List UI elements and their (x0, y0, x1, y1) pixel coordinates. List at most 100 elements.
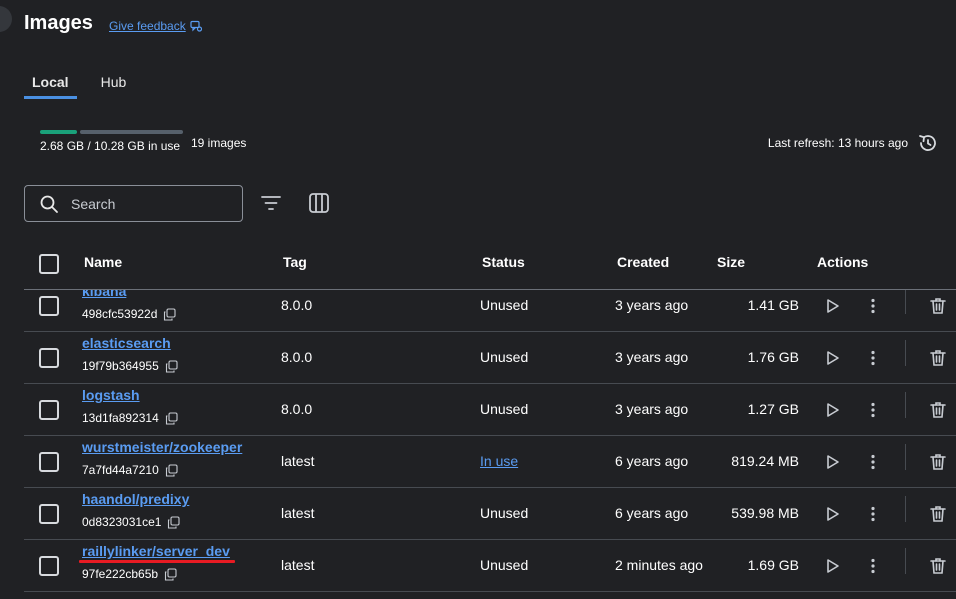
row-checkbox[interactable] (39, 504, 59, 524)
image-id: 0d8323031ce1 (82, 515, 180, 529)
image-id-text: 97fe222cb65b (82, 567, 159, 581)
image-name-link[interactable]: logstash (82, 387, 140, 403)
actions-divider (905, 496, 906, 522)
image-id: 498cfc53922d (82, 307, 176, 321)
images-table-rows: kibana 498cfc53922d 8.0.0 Unused 3 years… (24, 290, 956, 592)
disk-usage-used (40, 130, 78, 134)
trash-icon[interactable] (928, 296, 948, 316)
image-tag: 8.0.0 (281, 401, 313, 417)
image-size: 1.69 GB (747, 557, 799, 573)
actions-divider (905, 290, 906, 314)
tab-hub[interactable]: Hub (93, 70, 135, 99)
annotation-underline (79, 560, 235, 563)
feedback-icon (190, 20, 202, 32)
copy-icon[interactable] (165, 359, 178, 373)
image-id: 19f79b364955 (82, 359, 178, 373)
table-row: elasticsearch 19f79b364955 8.0.0 Unused … (24, 332, 956, 384)
row-checkbox[interactable] (39, 296, 59, 316)
image-id: 13d1fa892314 (82, 411, 178, 425)
filter-icon[interactable] (259, 191, 283, 215)
trash-icon[interactable] (928, 556, 948, 576)
search-field[interactable] (24, 185, 243, 222)
view-tabs: Local Hub (24, 70, 150, 99)
more-vertical-icon[interactable] (863, 348, 883, 368)
page-title: Images (24, 12, 93, 34)
search-input[interactable] (71, 195, 221, 212)
copy-icon[interactable] (167, 515, 180, 529)
copy-icon[interactable] (163, 307, 176, 321)
trash-icon[interactable] (928, 348, 948, 368)
image-id-text: 498cfc53922d (82, 307, 158, 321)
more-vertical-icon[interactable] (863, 452, 883, 472)
row-checkbox[interactable] (39, 556, 59, 576)
image-name-link[interactable]: raillylinker/server_dev (82, 543, 230, 559)
copy-icon[interactable] (165, 463, 178, 477)
table-row: haandol/predixy 0d8323031ce1 latest Unus… (24, 488, 956, 540)
image-created: 2 minutes ago (615, 557, 703, 573)
image-name-link[interactable]: haandol/predixy (82, 491, 189, 507)
image-size: 819.24 MB (731, 453, 799, 469)
image-id: 97fe222cb65b (82, 567, 177, 581)
play-icon[interactable] (822, 504, 842, 524)
column-header-status[interactable]: Status (482, 254, 525, 270)
image-status: Unused (480, 401, 529, 417)
row-checkbox[interactable] (39, 400, 59, 420)
image-name-link[interactable]: wurstmeister/zookeeper (82, 439, 242, 455)
table-row: wurstmeister/zookeeper 7a7fd44a7210 late… (24, 436, 956, 488)
table-row: raillylinker/server_dev 97fe222cb65b lat… (24, 540, 956, 592)
image-id-text: 7a7fd44a7210 (82, 463, 159, 477)
search-icon (40, 195, 58, 213)
play-icon[interactable] (822, 348, 842, 368)
trash-icon[interactable] (928, 504, 948, 524)
play-icon[interactable] (822, 296, 842, 316)
more-vertical-icon[interactable] (863, 504, 883, 524)
image-status: Unused (480, 505, 529, 521)
trash-icon[interactable] (928, 452, 948, 472)
give-feedback-label: Give feedback (109, 19, 186, 33)
image-name-link[interactable]: kibana (82, 290, 126, 299)
more-vertical-icon[interactable] (863, 400, 883, 420)
image-tag: latest (281, 557, 315, 573)
column-header-size[interactable]: Size (717, 254, 745, 270)
image-size: 1.76 GB (747, 349, 799, 365)
row-checkbox[interactable] (39, 452, 59, 472)
image-status: Unused (480, 557, 529, 573)
column-header-created[interactable]: Created (617, 254, 669, 270)
row-checkbox[interactable] (39, 348, 59, 368)
images-table: kibana 498cfc53922d 8.0.0 Unused 3 years… (24, 290, 956, 599)
image-id-text: 0d8323031ce1 (82, 515, 162, 529)
image-status[interactable]: In use (480, 453, 518, 469)
play-icon[interactable] (822, 452, 842, 472)
columns-icon[interactable] (307, 191, 331, 215)
image-created: 3 years ago (615, 297, 689, 313)
image-id-text: 19f79b364955 (82, 359, 159, 373)
image-tag: latest (281, 505, 315, 521)
select-all-checkbox[interactable] (39, 254, 59, 274)
column-header-name[interactable]: Name (84, 254, 122, 270)
image-tag: latest (281, 453, 315, 469)
image-created: 6 years ago (615, 453, 689, 469)
give-feedback-link[interactable]: Give feedback (109, 19, 202, 33)
copy-icon[interactable] (164, 567, 177, 581)
image-size: 1.41 GB (747, 297, 799, 313)
column-header-tag[interactable]: Tag (283, 254, 307, 270)
play-icon[interactable] (822, 400, 842, 420)
more-vertical-icon[interactable] (863, 296, 883, 316)
play-icon[interactable] (822, 556, 842, 576)
table-row: logstash 13d1fa892314 8.0.0 Unused 3 yea… (24, 384, 956, 436)
disk-usage-text: 2.68 GB / 10.28 GB in use (40, 139, 181, 153)
refresh-icon[interactable] (916, 131, 940, 155)
actions-divider (905, 340, 906, 366)
actions-divider (905, 444, 906, 470)
more-vertical-icon[interactable] (863, 556, 883, 576)
image-count: 19 images (191, 136, 247, 150)
actions-divider (905, 392, 906, 418)
image-name-link[interactable]: elasticsearch (82, 335, 171, 351)
image-size: 1.27 GB (747, 401, 799, 417)
tab-local[interactable]: Local (24, 70, 77, 99)
image-created: 3 years ago (615, 349, 689, 365)
last-refresh-label: Last refresh: 13 hours ago (767, 136, 908, 150)
copy-icon[interactable] (165, 411, 178, 425)
table-row: kibana 498cfc53922d 8.0.0 Unused 3 years… (24, 290, 956, 332)
trash-icon[interactable] (928, 400, 948, 420)
